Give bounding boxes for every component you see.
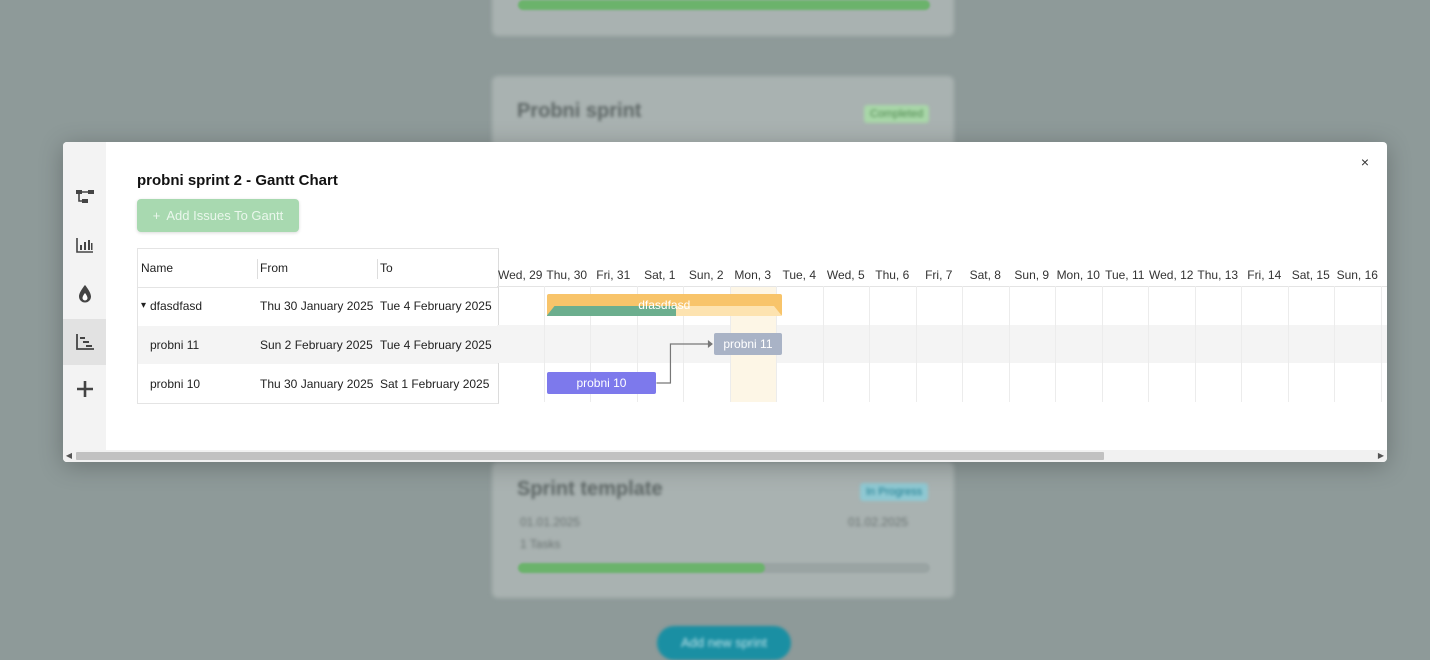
bg-card-title-middle: Probni sprint bbox=[517, 100, 642, 122]
grid-header: Name From To bbox=[138, 249, 498, 288]
rail-item-add[interactable] bbox=[63, 366, 106, 412]
plus-icon: + bbox=[152, 208, 161, 223]
bar-label: probni 10 bbox=[576, 376, 627, 390]
row-from: Sun 2 February 2025 bbox=[260, 338, 373, 352]
dependency-line bbox=[656, 343, 712, 384]
dependency-arrowhead bbox=[707, 340, 713, 348]
gantt-bar[interactable]: probni 10 bbox=[546, 372, 657, 394]
row-from: Thu 30 January 2025 bbox=[260, 299, 374, 313]
column-divider[interactable] bbox=[377, 259, 378, 279]
project-remaining bbox=[676, 306, 782, 316]
row-to: Sat 1 February 2025 bbox=[380, 377, 490, 391]
gantt-bar[interactable]: probni 11 bbox=[713, 333, 782, 355]
plus-icon bbox=[76, 381, 93, 397]
row-to: Tue 4 February 2025 bbox=[380, 299, 492, 313]
bg-card-tasks: 1 Tasks bbox=[520, 537, 561, 551]
add-issues-button[interactable]: + Add Issues To Gantt bbox=[137, 199, 299, 232]
gantt-icon bbox=[75, 334, 94, 350]
row-name: probni 11 bbox=[150, 338, 200, 352]
row-name: dfasdfasd bbox=[150, 299, 203, 313]
row-to: Tue 4 February 2025 bbox=[380, 338, 492, 352]
grid-row[interactable]: probni 10 Thu 30 January 2025 Sat 1 Febr… bbox=[138, 365, 498, 403]
rail-item-burn[interactable] bbox=[63, 271, 106, 317]
gantt-bar[interactable]: dfasdfasd bbox=[546, 294, 782, 316]
grid-row[interactable]: probni 11 Sun 2 February 2025 Tue 4 Febr… bbox=[138, 326, 498, 364]
column-header-name[interactable]: Name bbox=[141, 261, 173, 275]
gantt-modal: × probni sprint 2 - Gantt Chart + Add Is… bbox=[63, 142, 1387, 462]
column-header-to[interactable]: To bbox=[380, 261, 393, 275]
rail-item-hierarchy[interactable] bbox=[63, 174, 106, 220]
column-divider[interactable] bbox=[257, 259, 258, 279]
fire-drop-icon bbox=[78, 285, 91, 303]
scroll-left-arrow[interactable]: ◀ bbox=[63, 450, 75, 462]
bg-card-date-end: 01.02.2025 bbox=[848, 515, 909, 529]
side-rail bbox=[63, 142, 106, 462]
gantt-timeline[interactable]: Wed, 29 Thu, 30 Fri, 31 Sat, 1 Sun, 2 Mon, 3T… bbox=[497, 248, 1387, 403]
bg-progress-top bbox=[518, 0, 930, 10]
grid-row[interactable]: ▾ dfasdfasd Thu 30 January 2025 Tue 4 Fe… bbox=[138, 287, 498, 325]
row-name: probni 10 bbox=[150, 377, 201, 391]
row-from: Thu 30 January 2025 bbox=[260, 377, 374, 391]
gantt-grid: Name From To ▾ dfasdfasd Thu 30 January … bbox=[137, 248, 499, 404]
rail-item-reports[interactable] bbox=[63, 222, 106, 268]
add-issues-label: Add Issues To Gantt bbox=[166, 208, 284, 223]
bg-card-badge-middle: Completed bbox=[864, 105, 930, 123]
bg-card-title-bottom: Sprint template bbox=[517, 478, 663, 500]
close-button[interactable]: × bbox=[1357, 154, 1373, 170]
bar-label: dfasdfasd bbox=[638, 298, 691, 312]
bar-label: probni 11 bbox=[723, 337, 773, 351]
add-sprint-button[interactable]: Add new sprint bbox=[657, 626, 791, 660]
column-header-from[interactable]: From bbox=[260, 261, 288, 275]
rail-item-gantt[interactable] bbox=[63, 319, 106, 365]
modal-title: probni sprint 2 - Gantt Chart bbox=[137, 172, 338, 189]
bg-card-badge-bottom: In Progress bbox=[860, 483, 929, 501]
scrollbar-thumb[interactable] bbox=[76, 452, 1104, 460]
expand-toggle[interactable]: ▾ bbox=[141, 300, 146, 311]
bar-chart-icon bbox=[75, 238, 93, 253]
hierarchy-icon bbox=[75, 190, 94, 203]
bg-card-date-start: 01.01.2025 bbox=[520, 515, 581, 529]
horizontal-scrollbar[interactable]: ◀ ▶ bbox=[63, 450, 1387, 462]
scroll-right-arrow[interactable]: ▶ bbox=[1375, 450, 1387, 462]
bg-progress-bottom bbox=[518, 563, 930, 573]
